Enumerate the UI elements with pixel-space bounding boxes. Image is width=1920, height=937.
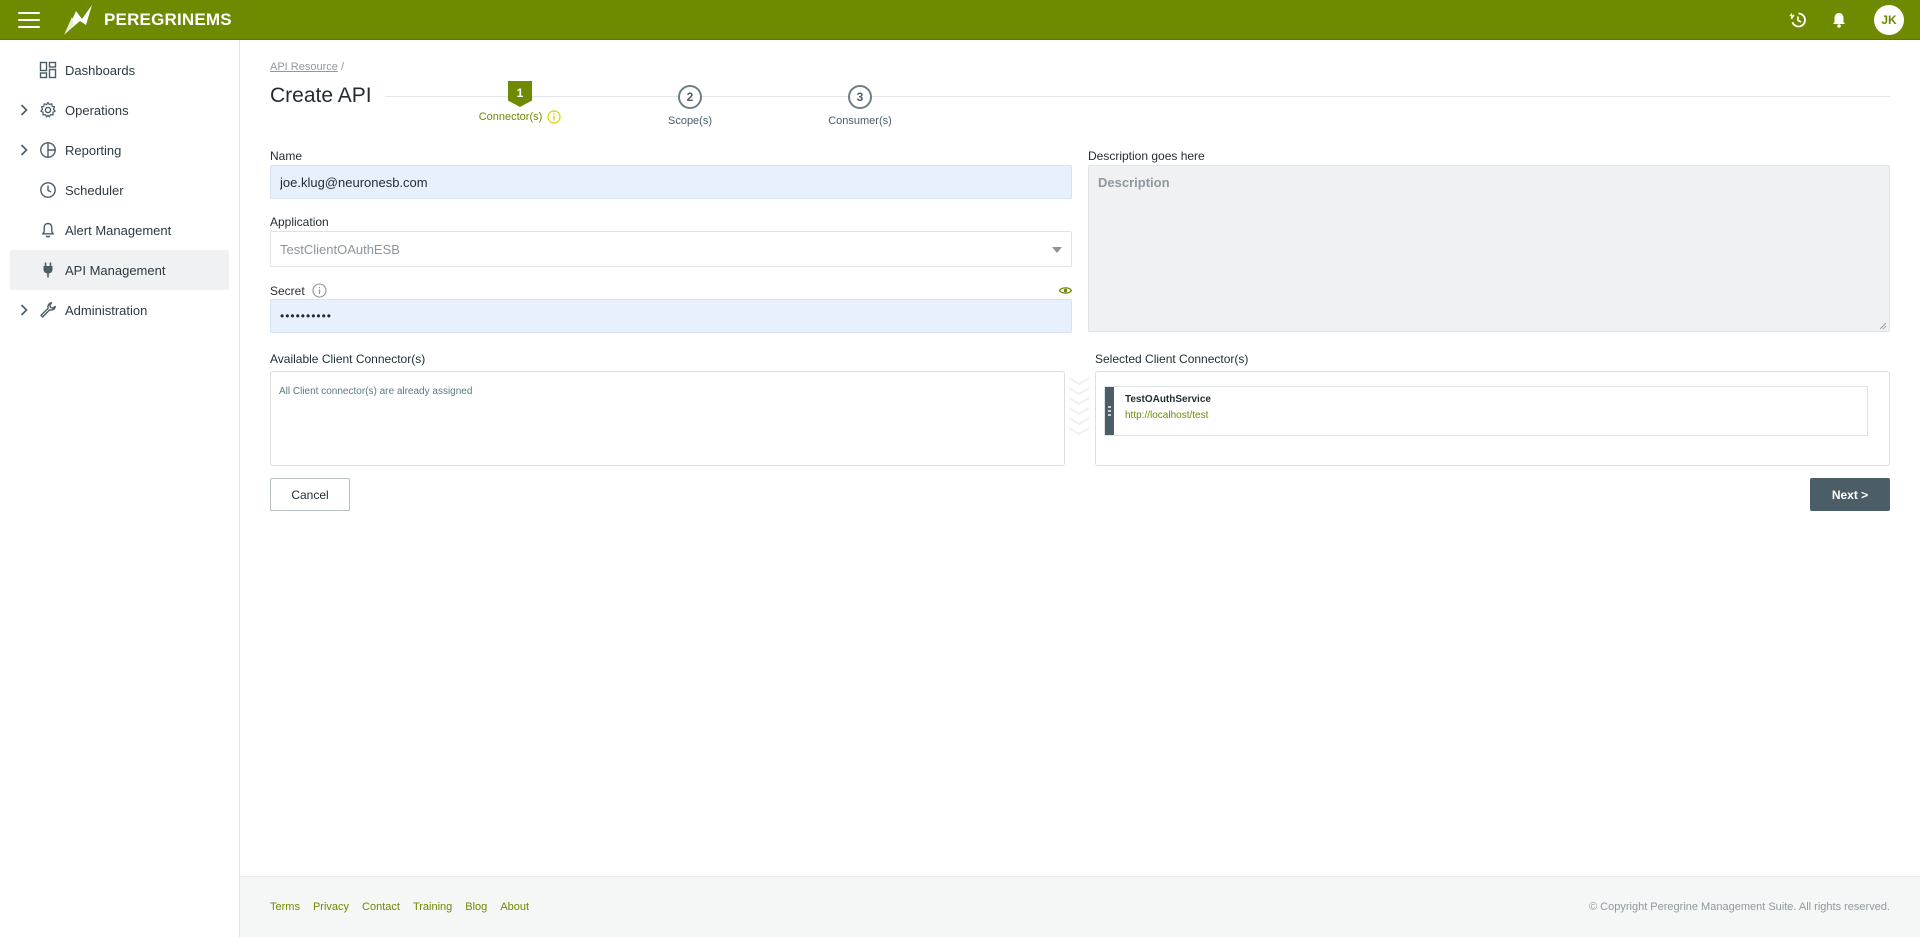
sidebar-item-label: Reporting [65, 142, 122, 158]
available-connectors-panel[interactable]: All Client connector(s) are already assi… [270, 371, 1065, 466]
footer-links: Terms Privacy Contact Training Blog Abou… [270, 901, 529, 913]
plug-icon [43, 262, 53, 278]
sidebar-item-dashboards[interactable]: Dashboards [10, 50, 229, 90]
footer-link-terms[interactable]: Terms [270, 901, 300, 913]
breadcrumb: API Resource / [270, 61, 344, 73]
footer-link-privacy[interactable]: Privacy [313, 901, 349, 913]
sidebar-item-operations[interactable]: Operations [10, 90, 229, 130]
page-title: Create API [270, 84, 372, 107]
application-select[interactable]: TestClientOAuthESB [270, 231, 1072, 267]
secret-label-text: Secret [270, 284, 305, 298]
sidebar-item-label: Dashboards [65, 62, 136, 78]
sidebar-item-scheduler[interactable]: Scheduler [10, 170, 229, 210]
step-consumers[interactable]: 3 Consumer(s) [810, 85, 910, 127]
sidebar: Dashboards Operations Reporting Schedule… [0, 40, 240, 937]
connector-url: http://localhost/test [1125, 410, 1209, 421]
transfer-arrows-icon [1068, 377, 1090, 436]
peregrine-logo-icon [64, 5, 92, 35]
pie-chart-icon [40, 142, 56, 158]
footer-link-contact[interactable]: Contact [362, 901, 400, 913]
stepper-line [385, 96, 1890, 97]
footer-link-training[interactable]: Training [413, 901, 452, 913]
gear-icon [40, 101, 56, 118]
drag-handle-icon[interactable] [1105, 387, 1114, 435]
wrench-icon [40, 302, 56, 318]
breadcrumb-link-api-resource[interactable]: API Resource [270, 61, 338, 73]
application-selected-value: TestClientOAuthESB [280, 241, 400, 257]
chevron-right-icon[interactable] [20, 304, 28, 316]
description-label: Description goes here [1088, 149, 1205, 163]
step-connectors[interactable]: 1 Connector(s) [468, 81, 572, 124]
sidebar-item-label: API Management [65, 262, 166, 278]
secret-input[interactable] [270, 299, 1072, 333]
secret-label: Secret [270, 283, 327, 298]
cancel-button[interactable]: Cancel [270, 478, 350, 511]
bell-icon[interactable] [1829, 10, 1849, 30]
dashboard-icon [39, 61, 57, 79]
step-label: Connector(s) [478, 110, 543, 123]
step-number-circle: 2 [678, 85, 702, 109]
sidebar-item-reporting[interactable]: Reporting [10, 130, 229, 170]
sidebar-item-label: Administration [65, 302, 148, 318]
sidebar-item-label: Scheduler [65, 182, 124, 198]
clock-icon [40, 182, 56, 198]
connector-name: TestOAuthService [1125, 394, 1211, 405]
chevron-right-icon[interactable] [20, 104, 28, 116]
selected-connectors-label: Selected Client Connector(s) [1095, 352, 1249, 366]
breadcrumb-separator: / [340, 61, 344, 73]
step-label-wrapper: Connector(s) [468, 110, 572, 124]
sidebar-item-label: Operations [65, 102, 129, 118]
connector-card[interactable]: TestOAuthService http://localhost/test [1104, 386, 1868, 436]
bell-outline-icon [41, 222, 55, 238]
sidebar-item-administration[interactable]: Administration [10, 290, 229, 330]
footer-link-about[interactable]: About [500, 901, 529, 913]
step-number-circle: 3 [848, 85, 872, 109]
top-bar: PEREGRINEMS JK [0, 0, 1920, 40]
name-input[interactable] [270, 165, 1072, 199]
step-label: Consumer(s) [828, 115, 892, 127]
footer: Terms Privacy Contact Training Blog Abou… [240, 876, 1920, 937]
copyright-text: © Copyright Peregrine Management Suite. … [1589, 901, 1890, 913]
sidebar-item-label: Alert Management [65, 222, 172, 238]
avatar[interactable]: JK [1874, 5, 1904, 35]
step-scopes[interactable]: 2 Scope(s) [650, 85, 730, 127]
menu-icon[interactable] [18, 12, 40, 28]
info-icon[interactable] [312, 283, 327, 298]
sidebar-item-api-management[interactable]: API Management [10, 250, 229, 290]
brand-name: PEREGRINEMS [104, 10, 232, 29]
footer-link-blog[interactable]: Blog [465, 901, 487, 913]
next-button[interactable]: Next > [1810, 478, 1890, 511]
history-icon[interactable] [1788, 10, 1808, 30]
brand-logo[interactable]: PEREGRINEMS [62, 3, 232, 37]
available-connectors-label: Available Client Connector(s) [270, 352, 426, 366]
step-label: Scope(s) [667, 115, 713, 127]
name-label: Name [270, 149, 303, 163]
step-number-badge: 1 [508, 81, 532, 107]
info-icon[interactable] [547, 110, 561, 124]
application-label: Application [270, 215, 329, 229]
description-textarea[interactable] [1088, 165, 1890, 332]
dropdown-arrow-icon [1052, 247, 1062, 253]
selected-connectors-panel[interactable]: TestOAuthService http://localhost/test [1095, 371, 1890, 466]
available-empty-message: All Client connector(s) are already assi… [279, 386, 473, 397]
sidebar-item-alert-management[interactable]: Alert Management [10, 210, 229, 250]
chevron-right-icon[interactable] [20, 144, 28, 156]
resize-grip-icon[interactable] [1877, 320, 1887, 330]
eye-icon[interactable] [1059, 286, 1072, 295]
